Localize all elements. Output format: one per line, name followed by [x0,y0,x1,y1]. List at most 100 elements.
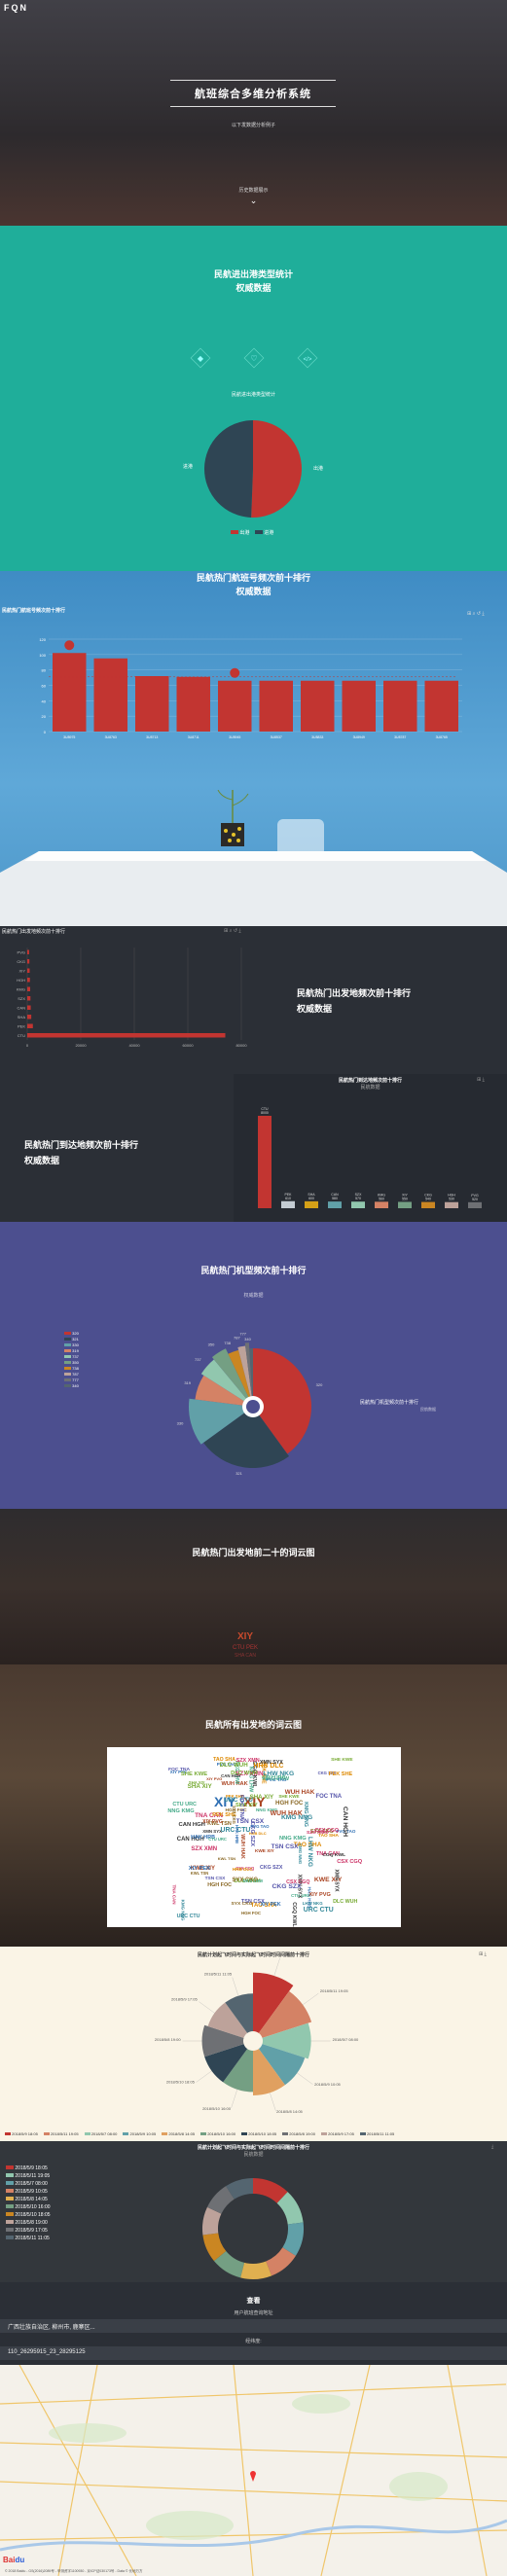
tick-label: 20000 [75,1043,87,1048]
aircraft-side-title: 民航热门机型频次前十排行 [360,1400,419,1406]
bar [351,1201,365,1208]
legend-item[interactable]: 2018/5/9 10:05 [123,2131,156,2136]
flight-bar-chart: 0 20 40 60 80 100 120 3U8975 3U8763 3U8713 3U8711 3… [39,637,462,739]
map-background [0,2365,507,2576]
category-label: 3U8537 [271,735,282,739]
word: CSX CGQ [286,1879,310,1886]
chart-toolbar[interactable]: ⊞ ⤓ [479,1951,487,1957]
data-label: 570 [355,1197,361,1200]
word: PEK SHE [328,1771,353,1777]
wordcloud-section: 民航所有出发地的词云图 XIY XIY CTU URC PEK SHE SHA XIY C… [0,1664,507,1947]
origin-section: 民航热门出发地频次前十排行 ⊞ ⌕ ↺ ⤓ 0 20000 40000 60000 80… [0,926,507,1074]
legend-item[interactable]: 2018/5/8 14:05 [162,2131,195,2136]
aircraft-pie-chart: 320321330319737350 738787777340 [177,1331,323,1476]
word: XMN SYX [202,1829,223,1835]
word: CGQ KWL [290,1901,297,1927]
rose-label: 2018/5/9 17:05 [171,1996,198,2001]
word: SHA XIY [188,1780,205,1786]
wordcloud20-section: 民航热门出发地前二十的词云图 XIY CTU PEK SHA CAN [0,1509,507,1664]
arrival-title: 民航热门到达地频次前十排行 [24,1140,139,1150]
data-label: 540 [425,1198,431,1201]
bar [27,978,30,983]
word: FOC TNA [315,1793,343,1800]
word: CTU URC [172,1802,197,1808]
legend-item[interactable]: 2018/5/9 17:05 [320,2131,354,2136]
category-label: HGH [17,978,25,983]
history-button[interactable]: 历史数据展示 [0,187,507,194]
legend-item[interactable]: 2018/5/11 11:05 [359,2131,394,2136]
word: KWE XIY [254,1847,274,1853]
bar [176,676,210,732]
arrival-chart-sub: 民航数据 [360,1085,380,1091]
chevron-down-icon[interactable]: ⌄ [0,196,507,206]
pie-label: 737 [195,1357,201,1362]
coord-input[interactable]: 110_26295915_23_28295125 [0,2346,507,2360]
category-label: PEK [284,1193,292,1197]
legend-label[interactable]: 进港 [264,530,273,536]
word: CTU URC [208,1836,227,1842]
category-label: KMG [17,987,25,992]
word: WUH HAK [284,1789,315,1797]
category-label: CAN [331,1193,339,1197]
max-marker [64,640,75,651]
arrival-subtitle: 权威数据 [24,1156,60,1165]
word: KWL TSN [217,1855,236,1861]
legend-item[interactable]: 2018/5/11 19:05 [43,2131,79,2136]
legend-item[interactable]: 2018/5/7 08:00 [84,2131,117,2136]
data-label: 550 [402,1197,408,1200]
pie-label: 350 [208,1342,215,1347]
label-line [199,2001,215,2014]
inout-section: 民航进出港类型统计 权威数据 ◆ ♡ </> 民航进出港类型统计 出港 进港 出港… [0,226,507,571]
word: XIY PVG [308,1892,331,1899]
origin-title: 民航热门出发地频次前十排行 [297,988,412,998]
category-label: KMG [378,1193,385,1197]
data-label: 520 [472,1198,478,1201]
map-park [146,2511,234,2540]
word: CAN HGH [341,1807,348,1838]
word: SHE KWE [331,1758,353,1764]
chart-toolbar[interactable]: ⊞ ⌕ ↺ ⤓ [224,928,241,934]
svg-text:</>: </> [304,357,312,363]
word: WUH HAK [238,1834,245,1859]
legend-item[interactable]: 340 [64,1383,79,1389]
word: TSN CSX [235,1818,265,1826]
logo[interactable]: FQN [4,3,28,13]
category-label: PVG [18,950,25,955]
query-label-address: 用户航班查询地址 [234,2310,273,2316]
category-label: 3U8945 [229,735,240,739]
category-label: XIY [19,969,26,974]
word: URC CTU [303,1906,334,1914]
map-canvas[interactable] [0,2365,507,2576]
bar [53,653,87,732]
word: HGH FOC [275,1800,304,1807]
chart-toolbar[interactable]: ⤓ [491,2144,493,2150]
flight-number-section: 民航热门航班号频次前十排行 权威数据 民航热门航班号频次前十排行 ⊞ ⌕ ↺ ⤓… [0,571,507,926]
address-input[interactable]: 广西壮族自治区, 柳州市, 鹿寨区... [0,2319,507,2333]
baidu-logo: Baidu [3,2556,25,2564]
word: CGQ KWL [322,1852,346,1858]
word: NKG LHW [263,1776,290,1783]
word: SYX CKG [231,1902,253,1908]
bar [328,1201,342,1208]
legend-item[interactable]: 2018/5/10 16:00 [200,2131,235,2136]
category-label: SHA [308,1193,315,1197]
origin-subtitle: 权威数据 [297,1004,333,1014]
bar [218,680,252,732]
map-section[interactable]: Baidu © 2018 Baidu - GS(2016)2089号 - 甲测资… [0,2365,507,2576]
chart-toolbar[interactable]: ⊞ ⤓ [477,1077,485,1083]
legend-item[interactable]: 2018/5/8 19:00 [282,2131,315,2136]
pie-slice [251,420,303,518]
legend-label[interactable]: 出港 [239,530,249,536]
legend-item[interactable]: 2018/5/10 18:05 [241,2131,276,2136]
word: CSX CGQ [337,1858,363,1865]
flight-chart-title: 民航热门航班号频次前十排行 [2,608,66,614]
legend-item[interactable]: 2018/5/9 18:05 [5,2131,38,2136]
pie-label: 330 [177,1420,184,1425]
aircraft-subtitle: 权威数据 [243,1293,264,1299]
hero-subtitle: 以下发数据分析例子 [231,123,275,128]
rose-label: 2018/5/10 18:05 [166,2080,196,2085]
map-park [49,2423,127,2443]
word: XIY PEK [188,1866,211,1873]
bar [342,680,376,732]
pie-hole [246,1400,260,1413]
